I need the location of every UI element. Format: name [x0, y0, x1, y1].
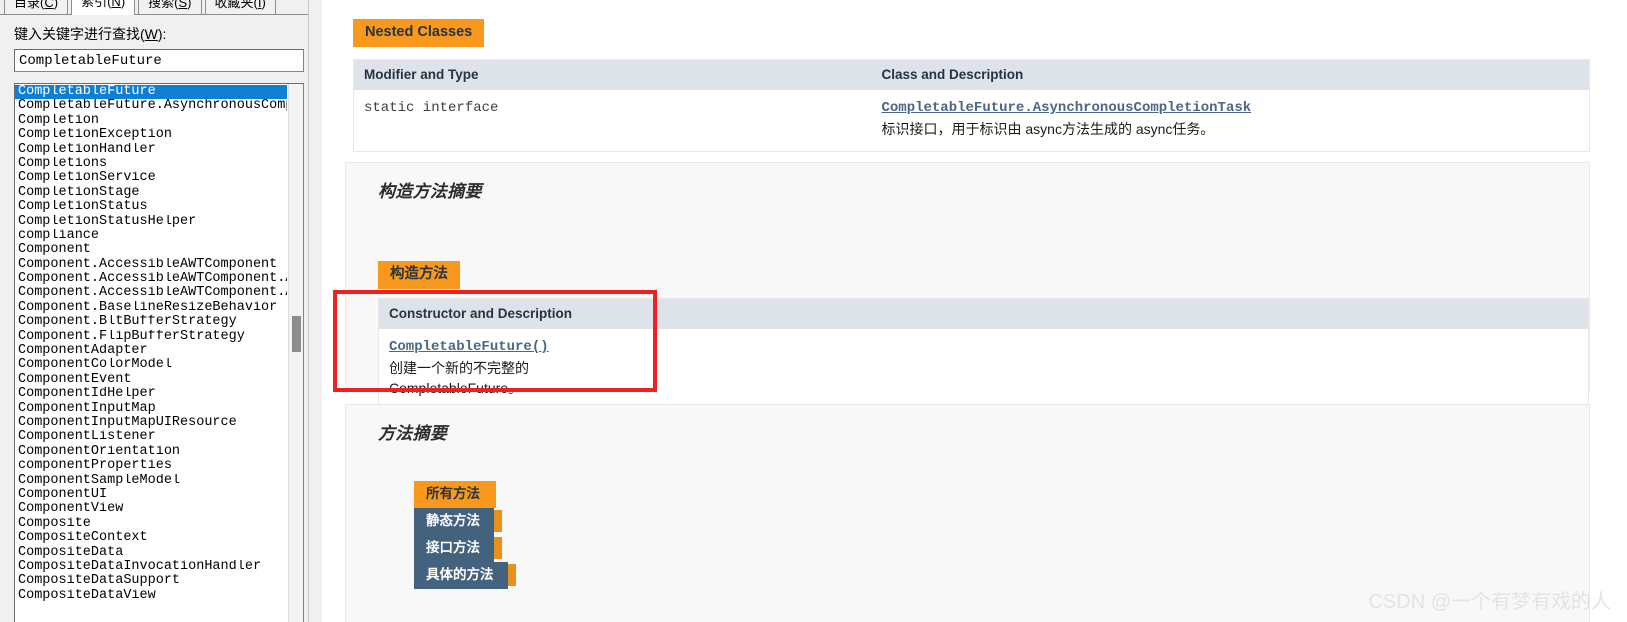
list-item[interactable]: ComponentOrientation [15, 445, 287, 459]
list-item[interactable]: ComponentIdHelper [15, 387, 287, 401]
nested-class-link[interactable]: CompletableFuture.AsynchronousCompletion… [882, 100, 1252, 116]
index-list-scroll-thumb[interactable] [292, 316, 301, 352]
list-item[interactable]: CompletionStatus [15, 200, 287, 214]
list-item[interactable]: ComponentAdapter [15, 344, 287, 358]
col-spacer [661, 298, 1589, 329]
method-tab-all[interactable]: 所有方法 [414, 481, 496, 508]
method-tab-concrete-label: 具体的方法 [426, 567, 494, 582]
list-item[interactable]: Component.FlipBufferStrategy [15, 330, 287, 344]
col-constructor-and-description: Constructor and Description [378, 298, 662, 329]
method-tab-concrete[interactable]: 具体的方法 [414, 562, 516, 589]
table-header-row: Constructor and Description [378, 298, 1589, 329]
tab-contents-label: 目录(C) [14, 0, 59, 10]
list-item[interactable]: ComponentInputMapUIResource [15, 416, 287, 430]
constructor-header-button[interactable]: 构造方法 [378, 261, 460, 289]
index-list-box[interactable]: CompletableFuture CompletableFuture.Async… [14, 83, 304, 622]
method-summary-title: 方法摘要 [378, 424, 448, 443]
constructor-link[interactable]: CompletableFuture() [389, 339, 549, 355]
cell-constructor: CompletableFuture() 创建一个新的不完整的Completabl… [378, 329, 662, 411]
list-item[interactable]: CompletionStage [15, 186, 287, 200]
constructor-table: Constructor and Description CompletableF… [378, 298, 1589, 411]
table-row: CompletableFuture() 创建一个新的不完整的Completabl… [378, 329, 1589, 411]
method-tab-static-label: 静态方法 [426, 513, 480, 528]
list-item[interactable]: CompletableFuture [15, 85, 287, 100]
nested-classes-table: Modifier and Type Class and Description … [353, 59, 1590, 152]
method-filter-tabs: 所有方法 静态方法 接口方法 具体的方法 [414, 481, 534, 589]
list-item[interactable]: componentProperties [15, 459, 287, 473]
list-item[interactable]: compliance [15, 229, 287, 243]
method-tab-static[interactable]: 静态方法 [414, 508, 502, 535]
list-item[interactable]: CompletionService [15, 171, 287, 185]
col-modifier-and-type: Modifier and Type [353, 59, 872, 90]
list-item[interactable]: ComponentInputMap [15, 402, 287, 416]
help-tab-strip: 目录(C) 索引(N) 搜索(S) 收藏夹(I) [0, 0, 322, 15]
help-navigator-pane: 目录(C) 索引(N) 搜索(S) 收藏夹(I) 键入关键字进行查找(W): C… [0, 0, 322, 622]
tab-index-label: 索引(N) [81, 0, 126, 9]
cell-spacer [661, 329, 1589, 411]
list-item[interactable]: CompletableFuture.AsynchronousCompl [15, 99, 287, 113]
modifier-and-type-text: static interface [364, 100, 499, 116]
method-tab-all-label: 所有方法 [426, 486, 480, 501]
index-list-scrollbar[interactable] [288, 84, 303, 622]
find-keyword-label: 键入关键字进行查找(W): [14, 26, 167, 42]
constructor-header-label: 构造方法 [390, 266, 448, 282]
tab-search[interactable]: 搜索(S) [138, 0, 202, 14]
col-class-and-description: Class and Description [871, 59, 1590, 90]
method-tab-concrete-stub [508, 564, 516, 586]
navigator-outer-scrollbar[interactable] [308, 0, 322, 622]
list-item[interactable]: ComponentListener [15, 430, 287, 444]
list-item[interactable]: CompletionStatusHelper [15, 215, 287, 229]
list-item[interactable]: Composite [15, 517, 287, 531]
method-tab-static-stub [494, 510, 502, 532]
keyword-search-input[interactable] [14, 49, 304, 72]
list-item[interactable]: CompositeData [15, 546, 287, 560]
nested-classes-header-label: Nested Classes [365, 24, 473, 40]
tab-favorites-label: 收藏夹(I) [214, 0, 266, 10]
nested-classes-section: Nested Classes Modifier and Type Class a… [345, 14, 1590, 152]
list-item[interactable]: Completion [15, 114, 287, 128]
csdn-watermark: CSDN @一个有梦有戏的人 [1368, 591, 1611, 613]
table-header-row: Modifier and Type Class and Description [353, 59, 1590, 90]
constructor-summary-title: 构造方法摘要 [378, 182, 482, 201]
list-item[interactable]: Component.AccessibleAWTComponent.A [15, 286, 287, 300]
list-item[interactable]: ComponentView [15, 502, 287, 516]
tab-search-label: 搜索(S) [148, 0, 192, 10]
constructor-table-wrap: Constructor and Description CompletableF… [378, 298, 1589, 411]
list-item[interactable]: Completions [15, 157, 287, 171]
list-item[interactable]: Component.BaselineResizeBehavior [15, 301, 287, 315]
index-panel: 键入关键字进行查找(W): CompletableFuture Completab… [0, 14, 322, 622]
index-list[interactable]: CompletableFuture CompletableFuture.Async… [15, 84, 287, 622]
nested-classes-table-wrap: Modifier and Type Class and Description … [353, 59, 1590, 152]
tab-index[interactable]: 索引(N) [71, 0, 136, 15]
list-item[interactable]: Component [15, 243, 287, 257]
list-item[interactable]: CompositeContext [15, 531, 287, 545]
list-item[interactable]: CompositeDataSupport [15, 574, 287, 588]
nested-classes-header-button[interactable]: Nested Classes [353, 19, 485, 47]
javadoc-content-pane: Nested Classes Modifier and Type Class a… [323, 0, 1627, 622]
list-item[interactable]: ComponentUI [15, 488, 287, 502]
list-item[interactable]: ComponentSampleModel [15, 474, 287, 488]
cell-class-and-description: CompletableFuture.AsynchronousCompletion… [871, 90, 1590, 152]
tab-favorites[interactable]: 收藏夹(I) [204, 0, 276, 14]
nested-class-description: 标识接口，用于标识由 async方法生成的 async任务。 [881, 121, 1215, 137]
table-row: static interface CompletableFuture.Async… [353, 90, 1590, 152]
tab-contents[interactable]: 目录(C) [4, 0, 69, 14]
list-item[interactable]: CompositeDataView [15, 589, 287, 603]
list-item[interactable]: Component.AccessibleAWTComponent [15, 258, 287, 272]
list-item[interactable]: CompositeDataInvocationHandler [15, 560, 287, 574]
list-item[interactable]: Component.AccessibleAWTComponent.A [15, 272, 287, 286]
method-tab-interface-label: 接口方法 [426, 540, 480, 555]
constructor-description: 创建一个新的不完整的CompletableFuture。 [389, 360, 529, 396]
screen-root: 目录(C) 索引(N) 搜索(S) 收藏夹(I) 键入关键字进行查找(W): C… [0, 0, 1627, 622]
method-tab-interface-stub [494, 537, 502, 559]
list-item[interactable]: CompletionHandler [15, 143, 287, 157]
cell-modifier-and-type: static interface [353, 90, 872, 152]
list-item[interactable]: CompletionException [15, 128, 287, 142]
list-item[interactable]: ComponentEvent [15, 373, 287, 387]
list-item[interactable]: ComponentColorModel [15, 358, 287, 372]
method-tab-interface[interactable]: 接口方法 [414, 535, 502, 562]
constructor-summary-section: 构造方法摘要 构造方法 Constructor and Description [345, 162, 1590, 411]
list-item[interactable]: Component.BltBufferStrategy [15, 315, 287, 329]
